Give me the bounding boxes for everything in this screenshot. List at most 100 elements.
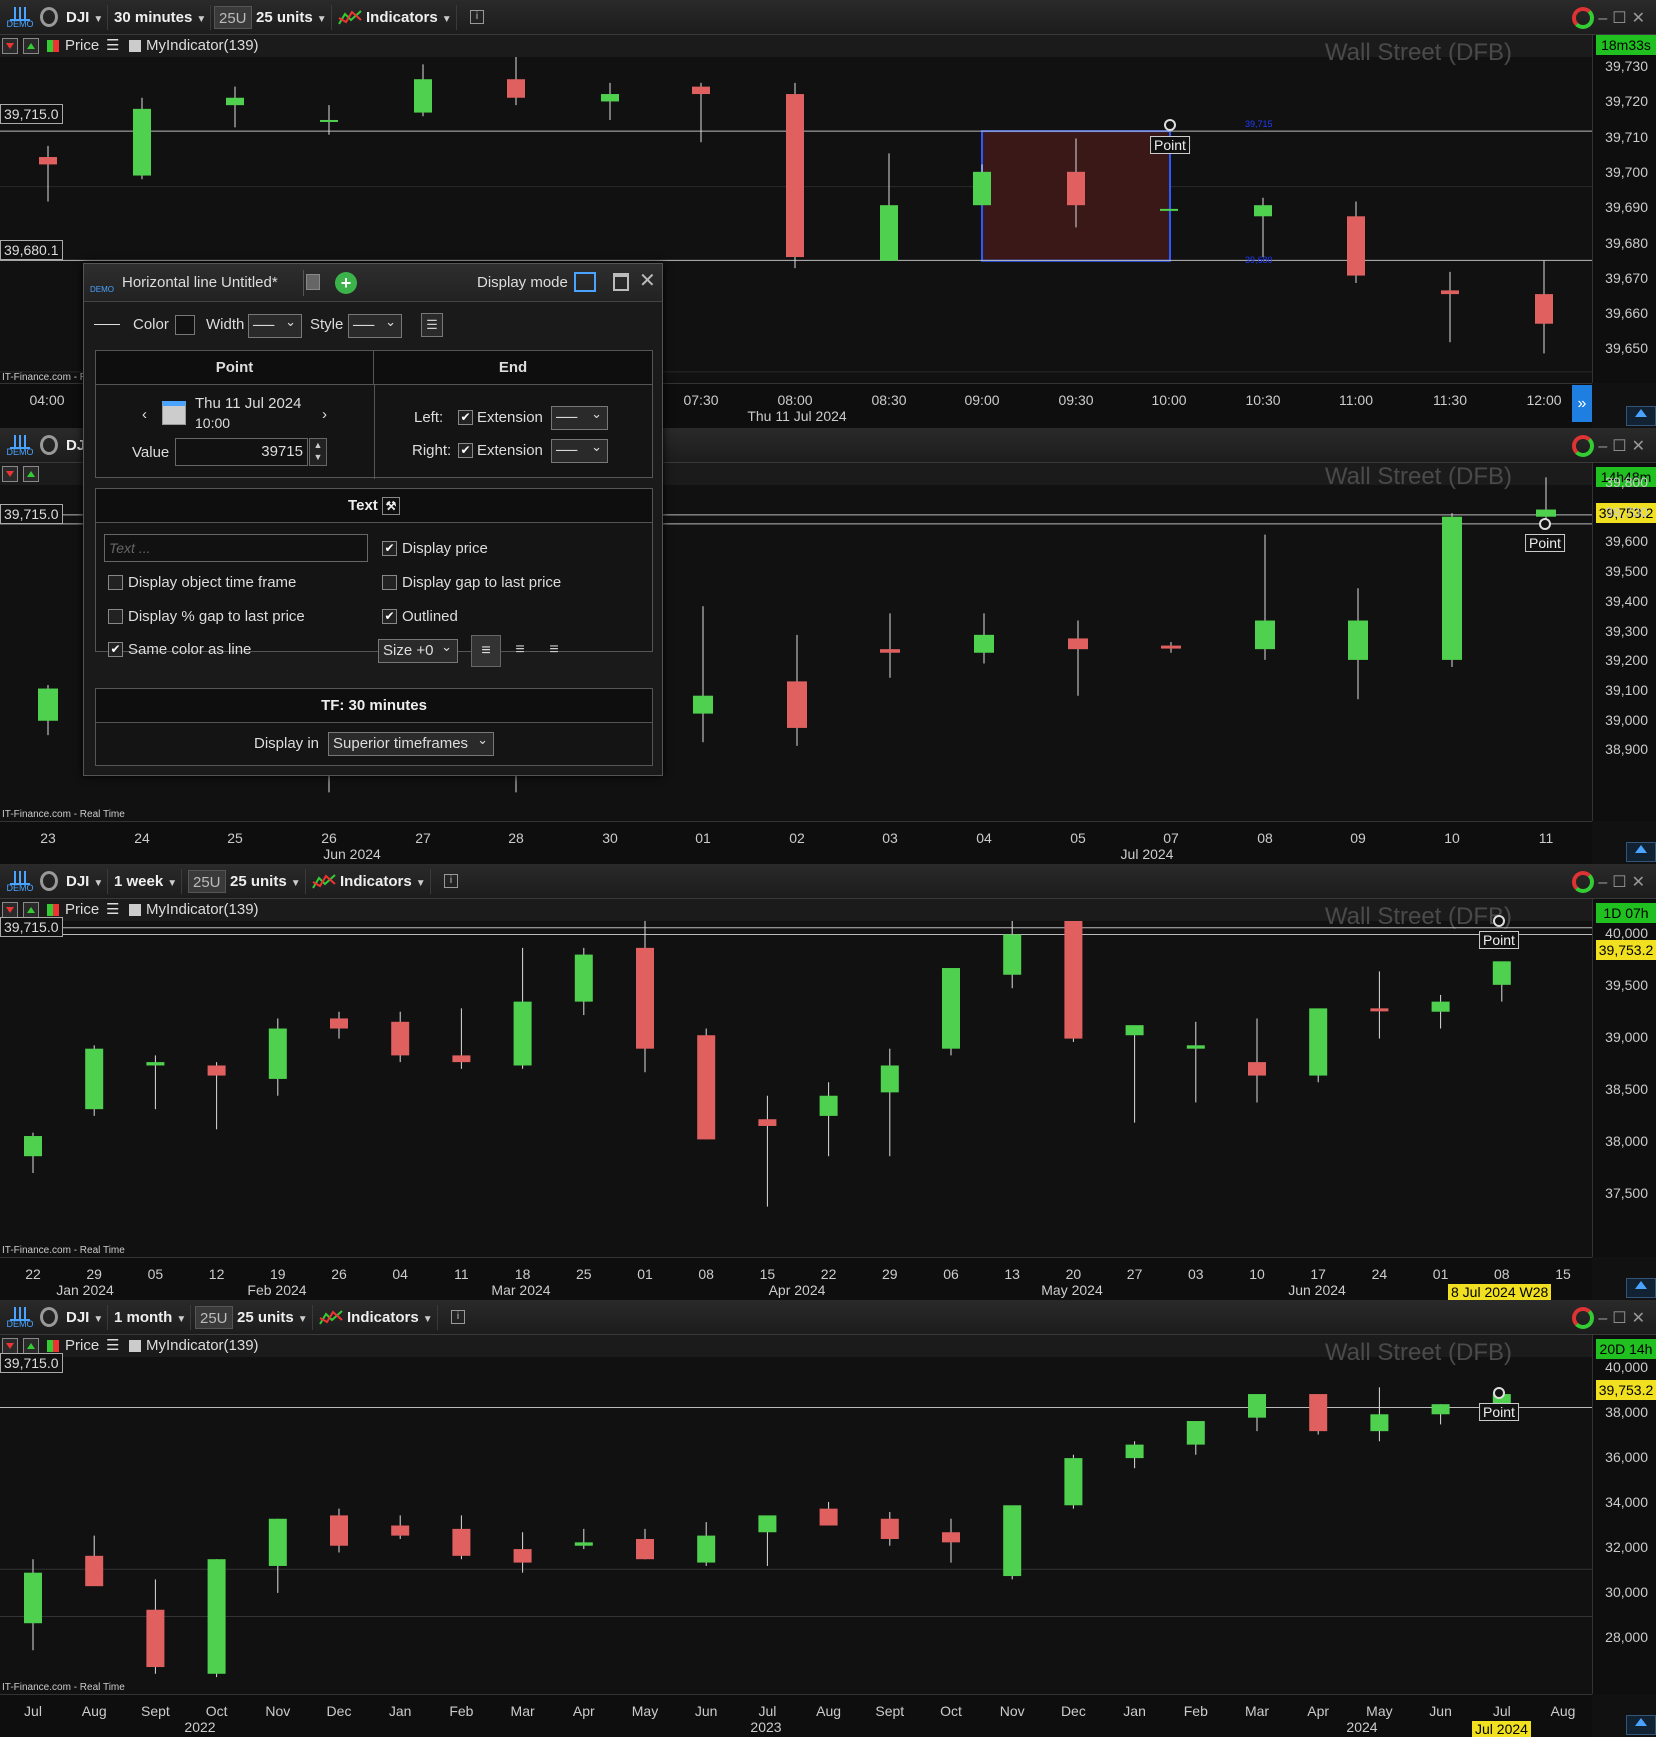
display-gap-checkbox[interactable] [382, 575, 397, 590]
chart-area[interactable]: Wall Street (DFB) 39,715.0 Point IT-Fina… [0, 1339, 1592, 1694]
price-axis[interactable]: 18m33s 39,730 39,720 39,710 39,700 39,690 39,… [1592, 35, 1656, 383]
price-label[interactable]: Price [65, 37, 99, 55]
right-extension-select[interactable]: ── [551, 436, 608, 463]
timeframe-dropdown[interactable]: 1 week ▼ [110, 869, 183, 894]
line-label-2[interactable]: 39,680.1 [0, 240, 63, 260]
right-extension-checkbox[interactable]: ✔ [458, 443, 473, 458]
line-label-1[interactable]: 39,715.0 [0, 104, 63, 124]
list-icon[interactable]: ☰ [106, 901, 119, 919]
line-label-1[interactable]: 39,715.0 [0, 1353, 63, 1373]
price-axis[interactable]: 14h48m 39,753.2 39,800 39,700 39,600 39,500… [1592, 463, 1656, 821]
buy-button[interactable] [23, 1338, 39, 1354]
demo-icon[interactable]: DEMO [4, 2, 36, 32]
window-controls[interactable]: ‒☐✕ [1598, 436, 1650, 456]
save-icon[interactable] [306, 274, 320, 290]
units-dropdown[interactable]: 25 units ▼ [226, 869, 306, 894]
point-handle[interactable] [1493, 1387, 1505, 1399]
buy-button[interactable] [23, 902, 39, 918]
link-icon[interactable] [40, 1307, 58, 1327]
window-controls[interactable]: ‒☐✕ [1598, 8, 1650, 28]
line-label-1[interactable]: 39,715.0 [0, 917, 63, 937]
display-in-select[interactable]: Superior timeframes [328, 729, 494, 756]
display-price-checkbox[interactable]: ✔ [382, 541, 397, 556]
time-axis[interactable]: 8 Jul 2024 W28 22 29 05 12 19 26 04 11 18 25 01 08 1… [0, 1257, 1592, 1300]
buy-button[interactable] [23, 38, 39, 54]
time-axis[interactable]: Jul 2024 Jul Aug Sept Oct Nov Dec Jan Feb Mar Apr… [0, 1694, 1592, 1737]
template-dropdown[interactable]: Untitled* [221, 274, 294, 292]
symbol-dropdown[interactable]: DJI ▼ [62, 5, 109, 30]
display-mode-icon[interactable] [574, 272, 596, 292]
display-pct-checkbox[interactable] [108, 609, 123, 624]
info-icon[interactable]: i [444, 874, 458, 888]
next-date-button[interactable]: › [322, 406, 327, 424]
refresh-icon[interactable] [1572, 871, 1594, 893]
color-swatch[interactable] [175, 315, 195, 335]
demo-icon[interactable]: DEMO [4, 866, 36, 896]
value-input[interactable]: 39715 [175, 438, 308, 466]
expand-icon[interactable] [1626, 842, 1656, 862]
price-label[interactable]: Price [65, 901, 99, 919]
line-label-1[interactable]: 39,715.0 [0, 504, 63, 524]
point-handle[interactable] [1164, 119, 1176, 131]
outlined-checkbox[interactable]: ✔ [382, 609, 397, 624]
refresh-icon[interactable] [1572, 1307, 1594, 1329]
display-tf-checkbox[interactable] [108, 575, 123, 590]
units-badge[interactable]: 25U [214, 6, 252, 29]
point-handle[interactable] [1493, 915, 1505, 927]
window-controls[interactable]: ‒☐✕ [1598, 872, 1650, 892]
units-dropdown[interactable]: 25 units ▼ [252, 5, 332, 30]
wrench-icon[interactable]: ⚒ [381, 497, 400, 516]
indicators-button[interactable]: Indicators ▼ [334, 5, 457, 30]
scroll-right-button[interactable]: » [1572, 385, 1592, 422]
timeframe-dropdown[interactable]: 30 minutes ▼ [110, 5, 212, 30]
link-icon[interactable] [40, 435, 58, 455]
refresh-icon[interactable] [1572, 435, 1594, 457]
price-axis[interactable]: 1D 07h 39,753.2 40,000 39,500 39,000 38,500… [1592, 899, 1656, 1257]
timeframe-dropdown[interactable]: 1 month ▼ [110, 1305, 192, 1330]
text-input[interactable]: Text ... [104, 534, 368, 562]
point-time[interactable]: 10:00 [195, 414, 230, 432]
expand-icon[interactable] [1626, 1715, 1656, 1735]
symbol-dropdown[interactable]: DJI ▼ [62, 1305, 109, 1330]
expand-icon[interactable] [1626, 1278, 1656, 1298]
calendar-icon[interactable] [162, 401, 186, 425]
indicator-label[interactable]: MyIndicator(139) [146, 37, 259, 55]
indicator-label[interactable]: MyIndicator(139) [146, 901, 259, 919]
units-dropdown[interactable]: 25 units ▼ [233, 1305, 313, 1330]
sell-button[interactable] [2, 1338, 18, 1354]
chart-area[interactable]: Wall Street (DFB) 39,715.0 Point IT-Fina… [0, 903, 1592, 1257]
indicator-label[interactable]: MyIndicator(139) [146, 1337, 259, 1355]
left-extension-select[interactable]: ── [551, 403, 608, 430]
info-icon[interactable]: i [451, 1310, 465, 1324]
list-icon[interactable]: ☰ [106, 1337, 119, 1355]
value-stepper[interactable]: ▲ ▼ [309, 438, 327, 466]
expand-icon[interactable] [1626, 406, 1656, 426]
prev-date-button[interactable]: ‹ [142, 406, 147, 424]
sell-button[interactable] [2, 902, 18, 918]
refresh-icon[interactable] [1572, 7, 1594, 29]
symbol-dropdown[interactable]: DJI ▼ [62, 869, 109, 894]
indicators-button[interactable]: Indicators ▼ [315, 1305, 438, 1330]
delete-icon[interactable] [613, 273, 629, 291]
units-badge[interactable]: 25U [195, 1306, 233, 1329]
align-left-icon[interactable]: ≡ [471, 635, 501, 667]
sell-button[interactable] [2, 38, 18, 54]
price-axis[interactable]: 20D 14h 39,753.2 40,000 38,000 36,000 34,00… [1592, 1335, 1656, 1694]
demo-icon[interactable]: DEMO [4, 430, 36, 460]
align-right-icon[interactable]: ≡ [539, 635, 569, 667]
link-icon[interactable] [40, 7, 58, 27]
point-handle[interactable] [1539, 518, 1551, 530]
price-label[interactable]: Price [65, 1337, 99, 1355]
style-select[interactable]: ── [348, 311, 402, 338]
align-center-icon[interactable]: ≡ [505, 635, 535, 667]
units-badge[interactable]: 25U [188, 870, 226, 893]
list-icon[interactable]: ☰ [106, 37, 119, 55]
indicators-button[interactable]: Indicators ▼ [308, 869, 431, 894]
width-select[interactable]: ── [248, 311, 302, 338]
close-icon[interactable]: ✕ [639, 271, 656, 291]
info-icon[interactable]: i [470, 10, 484, 24]
point-date[interactable]: Thu 11 Jul 2024 [195, 395, 301, 413]
demo-icon[interactable]: DEMO [4, 1302, 36, 1332]
add-icon[interactable]: + [335, 272, 357, 294]
left-extension-checkbox[interactable]: ✔ [458, 410, 473, 425]
